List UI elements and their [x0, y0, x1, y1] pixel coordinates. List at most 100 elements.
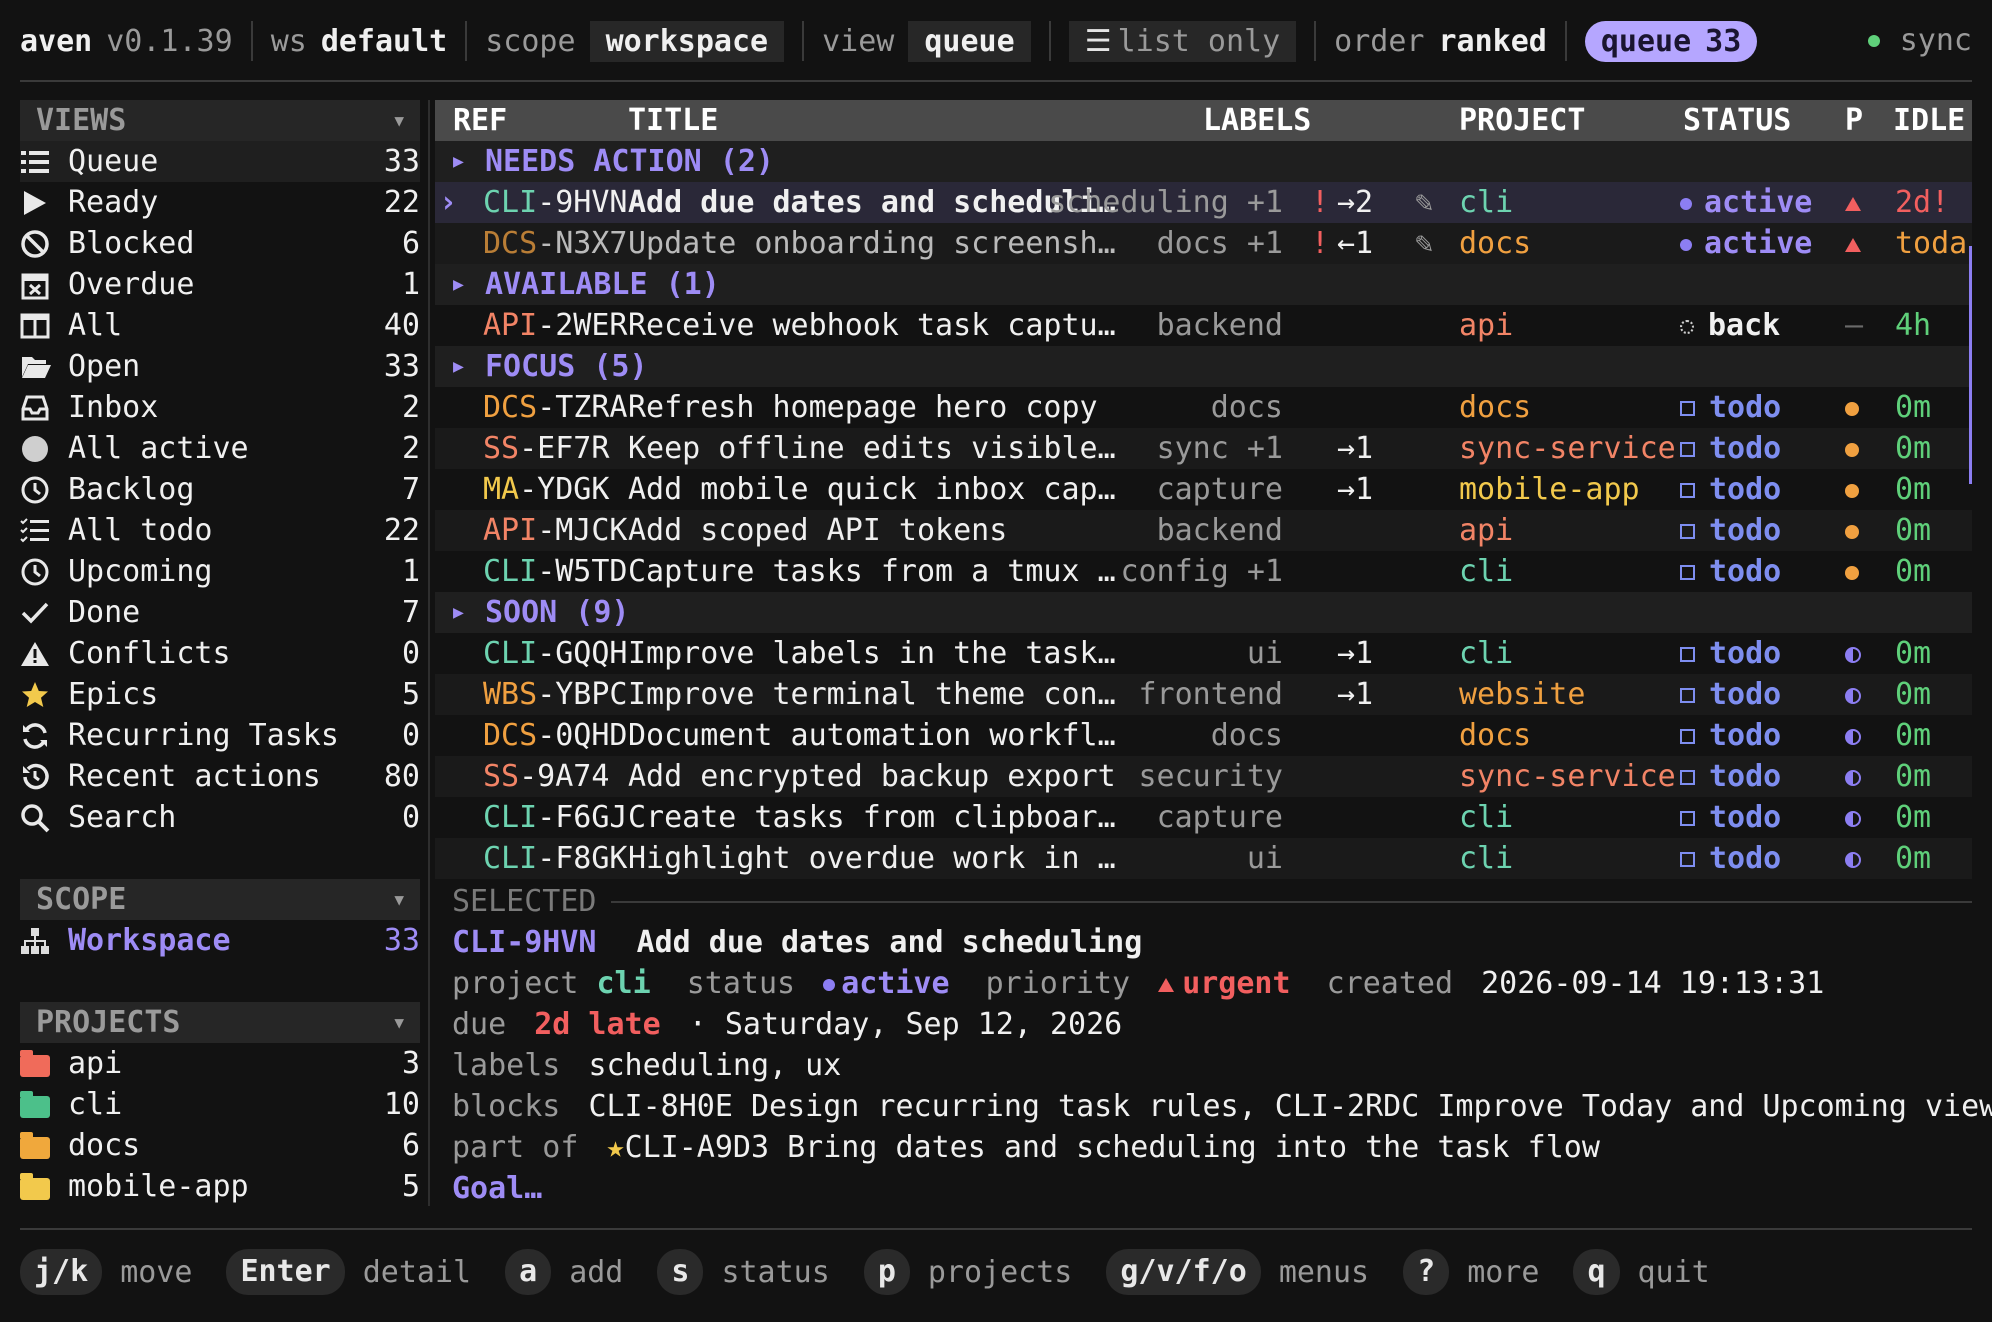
task-labels: sync +1 — [1156, 431, 1283, 466]
sidebar-item-label: Ready — [68, 185, 159, 220]
sidebar-item-ready[interactable]: Ready 22 — [20, 182, 420, 223]
key-hint-move[interactable]: j/k — [20, 1249, 103, 1295]
sidebar-item-conflicts[interactable]: Conflicts 0 — [20, 633, 420, 674]
circle-icon — [20, 434, 68, 464]
col-header-labels[interactable]: LABELS — [1203, 100, 1311, 141]
scope-item-workspace[interactable]: Workspace 33 — [20, 920, 420, 961]
sidebar-item-label: Conflicts — [68, 636, 231, 671]
col-header-status[interactable]: STATUS — [1683, 100, 1791, 141]
project-item-api[interactable]: api 3 — [20, 1043, 420, 1084]
task-status: todo — [1680, 838, 1781, 879]
sidebar-item-blocked[interactable]: Blocked 6 — [20, 223, 420, 264]
task-idle: 0m — [1895, 800, 1932, 835]
col-header-idle[interactable]: IDLE — [1893, 100, 1965, 141]
list-icon — [20, 149, 68, 175]
task-row[interactable]: WBS-YBPC Improve terminal theme con… front… — [435, 674, 1972, 715]
key-hint-more[interactable]: ? — [1403, 1249, 1450, 1295]
clock-icon — [20, 475, 68, 505]
task-row[interactable]: SS-EF7R Keep offline edits visible… sync +… — [435, 428, 1972, 469]
priority-high-icon — [1845, 483, 1859, 498]
project-item-mobile-app[interactable]: mobile-app 5 — [20, 1166, 420, 1207]
sidebar-item-inbox[interactable]: Inbox 2 — [20, 387, 420, 428]
col-header-ref[interactable]: REF — [453, 100, 507, 141]
workspace-selector[interactable]: ws default — [271, 21, 448, 62]
sidebar-item-upcoming[interactable]: Upcoming 1 — [20, 551, 420, 592]
col-header-title[interactable]: TITLE — [628, 100, 718, 141]
group-header[interactable]: ▶ SOON (9) — [435, 592, 1972, 633]
col-header-priority[interactable]: P — [1845, 100, 1863, 141]
task-row[interactable]: DCS-TZRA Refresh homepage hero copy docs do… — [435, 387, 1972, 428]
project-item-cli[interactable]: cli 10 — [20, 1084, 420, 1125]
selected-heading-row: SELECTED — [452, 881, 1972, 922]
task-row[interactable]: CLI-F8GK Highlight overdue work in … ui cli… — [435, 838, 1972, 879]
task-row[interactable]: › CLI-9HVN Add due dates and scheduli… sche… — [435, 182, 1972, 223]
scope-section-header[interactable]: SCOPE ▼ — [20, 879, 420, 920]
key-hint-projects[interactable]: p — [863, 1249, 910, 1295]
task-row[interactable]: MA-YDGK Add mobile quick inbox cap… captur… — [435, 469, 1972, 510]
key-hint-status[interactable]: s — [657, 1249, 704, 1295]
detail-project-label: project — [452, 966, 579, 1001]
task-labels: ui — [1246, 841, 1283, 876]
sidebar-item-all-active[interactable]: All active 2 — [20, 428, 420, 469]
task-title: Refresh homepage hero copy — [628, 390, 1098, 425]
sidebar-item-count: 0 — [401, 800, 420, 835]
key-hint-add[interactable]: a — [505, 1249, 552, 1295]
task-row[interactable]: SS-9A74 Add encrypted backup export securi… — [435, 756, 1972, 797]
detail-status[interactable]: active — [841, 966, 949, 1001]
priority-medium-icon — [1845, 646, 1861, 663]
sidebar-item-count: 80 — [383, 759, 420, 794]
sidebar-item-all-todo[interactable]: All todo 22 — [20, 510, 420, 551]
col-header-project[interactable]: PROJECT — [1459, 100, 1585, 141]
sidebar-item-recent-actions[interactable]: Recent actions 80 — [20, 756, 420, 797]
group-header[interactable]: ▶ NEEDS ACTION (2) — [435, 141, 1972, 182]
group-header[interactable]: ▶ AVAILABLE (1) — [435, 264, 1972, 305]
sidebar-item-recurring-tasks[interactable]: Recurring Tasks 0 — [20, 715, 420, 756]
detail-partof[interactable]: CLI-A9D3 Bring dates and scheduling into… — [625, 1130, 1600, 1165]
sidebar-item-epics[interactable]: Epics 5 — [20, 674, 420, 715]
list-only-toggle[interactable]: ☰ list only — [1068, 20, 1297, 62]
sidebar-item-count: 33 — [383, 349, 420, 384]
sidebar-item-overdue[interactable]: Overdue 1 — [20, 264, 420, 305]
group-header[interactable]: ▶ FOCUS (5) — [435, 346, 1972, 387]
order-selector[interactable]: order ranked — [1334, 21, 1547, 62]
detail-priority[interactable]: urgent — [1182, 966, 1290, 1001]
key-hint-menus[interactable]: g/v/f/o — [1106, 1249, 1261, 1295]
sidebar-item-done[interactable]: Done 7 — [20, 592, 420, 633]
view-selector[interactable]: view queue — [822, 20, 1031, 62]
task-row[interactable]: CLI-F6GJ Create tasks from clipboar… captu… — [435, 797, 1972, 838]
sidebar-item-search[interactable]: Search 0 — [20, 797, 420, 838]
detail-partof-row: part of ★CLI-A9D3 Bring dates and schedu… — [452, 1127, 1972, 1168]
blocked-icon — [20, 229, 68, 259]
ws-label: ws — [270, 23, 307, 59]
task-row[interactable]: API-2WER Receive webhook task captu… backe… — [435, 305, 1972, 346]
views-section-header[interactable]: VIEWS ▼ — [20, 100, 420, 141]
sidebar-item-backlog[interactable]: Backlog 7 — [20, 469, 420, 510]
key-hint-quit[interactable]: q — [1573, 1249, 1620, 1295]
sidebar-item-open[interactable]: Open 33 — [20, 346, 420, 387]
detail-goal[interactable]: Goal… — [452, 1171, 542, 1206]
scrollbar-thumb[interactable] — [1969, 246, 1972, 484]
task-row[interactable]: DCS-0QHD Document automation workfl… docs d… — [435, 715, 1972, 756]
key-hint-detail[interactable]: Enter — [226, 1249, 345, 1295]
task-row[interactable]: API-MJCK Add scoped API tokens backend api t… — [435, 510, 1972, 551]
task-row[interactable]: CLI-GQQH Improve labels in the task… ui →1 c… — [435, 633, 1972, 674]
task-ref: SS-EF7R — [483, 431, 610, 466]
detail-blocks[interactable]: CLI-8H0E Design recurring task rules, CL… — [588, 1089, 1992, 1124]
detail-project[interactable]: cli — [597, 966, 651, 1001]
project-item-docs[interactable]: docs 6 — [20, 1125, 420, 1166]
detail-ref[interactable]: CLI-9HVN — [452, 925, 597, 960]
task-row[interactable]: CLI-W5TD Capture tasks from a tmux … confi… — [435, 551, 1972, 592]
sync-status: sync — [1867, 20, 1972, 61]
task-idle: 0m — [1895, 677, 1932, 712]
play-icon — [20, 189, 68, 217]
task-title: Highlight overdue work in … — [628, 841, 1116, 876]
projects-section-header[interactable]: PROJECTS ▼ — [20, 1002, 420, 1043]
sidebar-item-all[interactable]: All 40 — [20, 305, 420, 346]
sidebar-item-queue[interactable]: Queue 33 — [20, 141, 420, 182]
task-row[interactable]: DCS-N3X7 Update onboarding screensh… docs … — [435, 223, 1972, 264]
priority-urgent-icon — [1845, 237, 1861, 252]
sidebar-item-count: 0 — [401, 718, 420, 753]
task-project: website — [1459, 677, 1586, 712]
scope-selector[interactable]: scope workspace — [485, 20, 785, 62]
task-ref: DCS-TZRA — [483, 390, 628, 425]
